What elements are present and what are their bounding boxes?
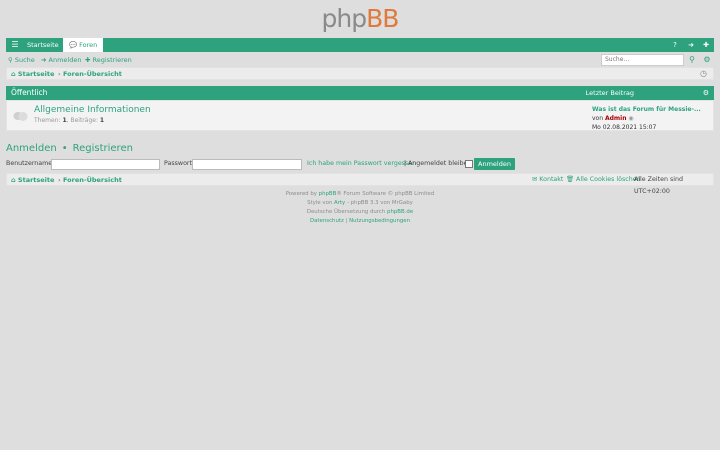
- last-post-author-link[interactable]: Admin: [605, 115, 627, 122]
- password-label: Passwort:: [164, 160, 195, 167]
- trash-icon: 🗑: [566, 176, 574, 183]
- register-link[interactable]: ✚ Registrieren: [85, 53, 132, 67]
- breadcrumb-home-label: Startseite: [17, 70, 55, 78]
- logo-text-php: php: [321, 4, 368, 33]
- comment-icon: 💬: [69, 41, 78, 49]
- forum-stats: Themen: 1, Beiträge: 1: [34, 117, 105, 124]
- forgot-password-link[interactable]: Ich habe mein Passwort vergessen: [307, 158, 416, 170]
- user-plus-icon: ✚: [85, 56, 91, 64]
- site-logo[interactable]: phpBB: [0, 4, 720, 33]
- advanced-search-icon[interactable]: ⚙: [702, 54, 712, 65]
- login-pipe: |: [404, 160, 407, 167]
- breadcrumb-home[interactable]: ⌂ Startseite: [11, 68, 54, 80]
- footer-index-link[interactable]: Foren-Übersicht: [63, 174, 122, 186]
- delete-cookies-link[interactable]: 🗑 Alle Cookies löschen: [566, 174, 641, 186]
- copyright-line-1: Powered by phpBB® Forum Software © phpBB…: [0, 191, 720, 197]
- translation-text: Deutsche Übersetzung durch: [306, 209, 386, 215]
- style-by-text: Style von: [307, 200, 333, 206]
- breadcrumb-separator: ›: [58, 70, 61, 78]
- faq-icon[interactable]: ?: [670, 38, 680, 52]
- forum-title-link[interactable]: Allgemeine Informationen: [34, 105, 151, 115]
- copyright-line-2: Style von Arty - phpBB 3.3 von MrGaby: [0, 200, 720, 206]
- search-icon: ⚲: [8, 56, 13, 64]
- breadcrumb-index[interactable]: Foren-Übersicht: [63, 68, 122, 80]
- clock-icon: ◷: [700, 69, 707, 78]
- posts-count: 1: [99, 117, 105, 124]
- remember-me-checkbox[interactable]: [465, 160, 473, 168]
- terms-link[interactable]: Nutzungsbedingungen: [349, 218, 410, 224]
- footer-breadcrumb-separator: ›: [58, 176, 61, 184]
- topics-count: 1: [62, 117, 67, 124]
- style-version-text: - phpBB 3.3 von MrGaby: [346, 200, 413, 206]
- search-link[interactable]: ⚲ Suche: [8, 53, 35, 67]
- copyright-line-4: Datenschutz | Nutzungsbedingungen: [0, 218, 720, 224]
- menu-icon[interactable]: ☰: [10, 40, 20, 50]
- nav-forums-tab[interactable]: 💬 Foren: [63, 38, 104, 52]
- register-link-label: Registrieren: [92, 56, 132, 64]
- copyright-line-3: Deutsche Übersetzung durch phpBB.de: [0, 209, 720, 215]
- forum-row: Allgemeine Informationen Themen: 1, Beit…: [6, 100, 714, 131]
- topics-label: Themen:: [34, 117, 61, 124]
- login-link-label: Anmelden: [48, 56, 82, 64]
- phpbb-de-link[interactable]: phpBB.de: [387, 209, 413, 215]
- phpbb-link[interactable]: phpBB: [319, 191, 337, 197]
- search-input[interactable]: Suche…: [601, 54, 684, 66]
- remember-me-label: Angemeldet bleiben: [408, 160, 472, 167]
- breadcrumb: ⌂ Startseite › Foren-Übersicht ◷: [6, 67, 714, 80]
- gear-icon[interactable]: ⚙: [703, 86, 709, 100]
- privacy-link[interactable]: Datenschutz: [310, 218, 344, 224]
- footer-home-icon: ⌂: [11, 176, 16, 184]
- last-post-title-link[interactable]: Was ist das Forum für Messie-...: [592, 105, 701, 114]
- login-heading-bullet: •: [61, 143, 68, 154]
- footer-home-label: Startseite: [17, 176, 55, 184]
- last-post-info: Was ist das Forum für Messie-... von Adm…: [592, 105, 701, 132]
- register-icon[interactable]: ✚: [701, 38, 711, 52]
- footer-pipe: |: [345, 218, 348, 224]
- last-post-header: Letzter Beitrag: [585, 89, 634, 97]
- forum-category-header: Öffentlich Letzter Beitrag ⚙: [6, 86, 714, 100]
- login-heading: Anmelden • Registrieren: [6, 143, 133, 154]
- contact-link[interactable]: ✉ Kontakt: [532, 174, 563, 186]
- main-navbar: ☰ Startseite 💬 Foren ? ➜ ✚: [6, 38, 714, 52]
- nav-forums-label: Foren: [79, 41, 98, 49]
- view-latest-post-icon[interactable]: ◉: [628, 115, 633, 122]
- forum-read-icon: [13, 112, 28, 121]
- quick-login-form: Benutzername: Passwort: Ich habe mein Pa…: [6, 158, 714, 170]
- category-title[interactable]: Öffentlich: [11, 86, 47, 100]
- login-heading-link[interactable]: Anmelden: [6, 143, 57, 154]
- last-post-date: Mo 02.08.2021 15:07: [592, 124, 657, 131]
- login-icon[interactable]: ➜: [686, 38, 696, 52]
- delete-cookies-label: Alle Cookies löschen: [576, 176, 641, 183]
- search-link-label: Suche: [14, 56, 35, 64]
- last-post-by: von: [592, 115, 604, 122]
- login-submit-button[interactable]: Anmelden: [474, 158, 515, 170]
- username-label: Benutzername:: [6, 160, 55, 167]
- sub-navbar: ⚲ Suche ➜ Anmelden ✚ Registrieren Suche……: [6, 53, 714, 67]
- login-link[interactable]: ➜ Anmelden: [41, 53, 81, 67]
- search-button-icon[interactable]: ⚲: [687, 54, 697, 65]
- powered-by-text: Powered by: [285, 191, 317, 197]
- home-icon: ⌂: [11, 70, 16, 78]
- register-heading-link[interactable]: Registrieren: [73, 143, 133, 154]
- username-input[interactable]: [51, 159, 160, 170]
- password-input[interactable]: [192, 159, 302, 170]
- arty-link[interactable]: Arty: [334, 200, 345, 206]
- posts-label: Beiträge:: [70, 117, 98, 124]
- envelope-icon: ✉: [532, 176, 538, 183]
- contact-label: Kontakt: [539, 176, 564, 183]
- copyright-text: ® Forum Software © phpBB Limited: [336, 191, 435, 197]
- login-arrow-icon: ➜: [41, 56, 47, 64]
- footer-home-link[interactable]: ⌂ Startseite: [11, 174, 54, 186]
- footer-navbar: ⌂ Startseite › Foren-Übersicht ✉ Kontakt…: [6, 173, 714, 195]
- logo-text-bb: BB: [366, 4, 399, 33]
- nav-home-link[interactable]: Startseite: [27, 38, 59, 52]
